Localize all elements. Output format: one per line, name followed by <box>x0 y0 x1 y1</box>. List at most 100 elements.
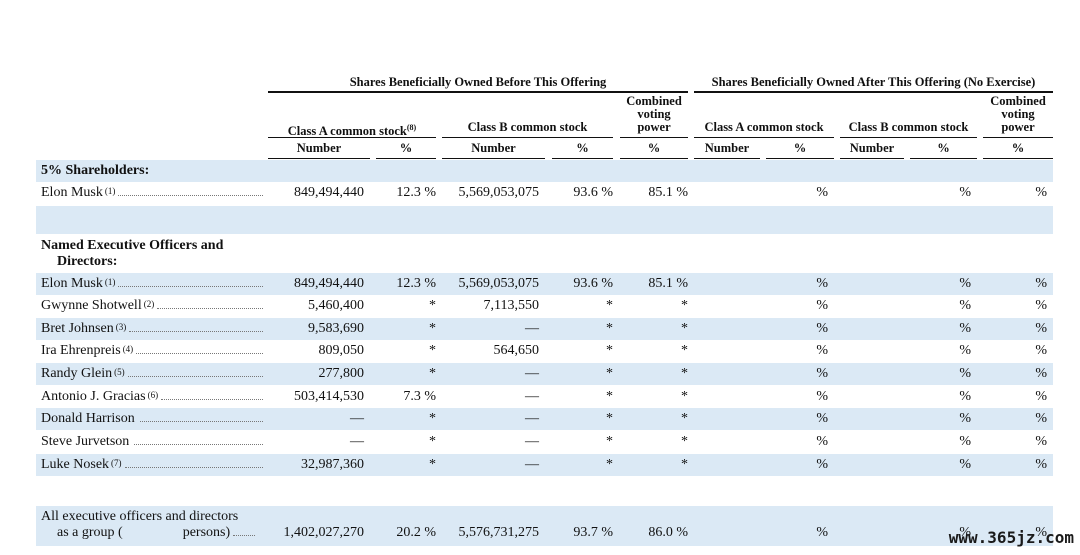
rule-class-b <box>442 137 613 138</box>
band-five-pct <box>36 160 1053 182</box>
header-before-offering: Shares Beneficially Owned Before This Of… <box>349 75 607 89</box>
cell-b-num: — <box>525 457 539 472</box>
header-class-a-note: (8) <box>406 123 417 132</box>
cell-b-pct: 93.6 % <box>573 185 613 200</box>
row-name: Elon Musk (1) <box>41 276 263 292</box>
cell-a-pct: * <box>429 434 436 449</box>
cell-vote: * <box>681 321 688 336</box>
row-name: Randy Glein (5) <box>41 366 263 382</box>
row-name: Elon Musk (1) <box>41 185 263 201</box>
cell-after-b-pct: % <box>959 298 971 313</box>
cell-b-num: — <box>525 389 539 404</box>
cell-after-b-pct: % <box>959 434 971 449</box>
subheader-after-b-pct: % <box>937 141 950 155</box>
cell-a-num: 5,460,400 <box>308 298 364 313</box>
cell-b-num: — <box>525 434 539 449</box>
band-spacer <box>36 206 1053 234</box>
group-b-number: 5,576,731,275 <box>458 525 540 540</box>
cell-b-pct: * <box>606 298 613 313</box>
sub-rule-6 <box>694 158 760 159</box>
sub-rule-8 <box>840 158 904 159</box>
section-five-pct: 5% Shareholders: <box>41 163 150 178</box>
cell-after-a-pct: % <box>816 343 828 358</box>
section-named-officers: Named Executive Officers and Directors: <box>41 238 223 270</box>
group-a-number: 1,402,027,270 <box>283 525 365 540</box>
cell-after-vote: % <box>1035 185 1047 200</box>
dot-leader <box>157 308 263 309</box>
group-row-leader <box>233 535 256 536</box>
holder-name: Steve Jurvetson <box>41 434 130 449</box>
holder-name: Randy Glein <box>41 366 113 381</box>
cell-after-b-pct: % <box>959 366 971 381</box>
group-a-pct: 20.2 % <box>396 525 436 540</box>
header-class-b: Class B common stock <box>467 120 588 134</box>
rule-after-class-a <box>694 137 834 138</box>
cell-a-num: 32,987,360 <box>301 457 364 472</box>
cell-after-a-pct: % <box>816 457 828 472</box>
cell-a-pct: 7.3 % <box>403 389 436 404</box>
cell-vote: 85.1 % <box>648 185 688 200</box>
subheader-a-pct: % <box>399 141 413 155</box>
cell-b-pct: * <box>606 411 613 426</box>
row-name: Bret Johnsen (3) <box>41 321 263 337</box>
cell-after-a-pct: % <box>816 185 828 200</box>
cell-a-pct: 12.3 % <box>396 276 436 291</box>
cell-after-vote: % <box>1035 389 1047 404</box>
holder-footnote: (6) <box>147 390 159 400</box>
cell-b-num: 5,569,053,075 <box>458 276 540 291</box>
group-after-a-pct: % <box>816 525 828 540</box>
cell-vote: * <box>681 298 688 313</box>
watermark: www.365jz.com <box>948 528 1074 547</box>
subheader-vote-pct: % <box>647 141 661 155</box>
dot-leader <box>127 376 263 377</box>
cell-b-num: 564,650 <box>493 343 540 358</box>
cell-b-num: 7,113,550 <box>483 298 539 313</box>
row-name: Gwynne Shotwell (2) <box>41 298 263 314</box>
cell-a-pct: * <box>429 366 436 381</box>
cell-after-b-pct: % <box>959 389 971 404</box>
group-b-pct: 93.7 % <box>573 525 613 540</box>
cell-a-pct: * <box>429 343 436 358</box>
cell-a-pct: * <box>429 411 436 426</box>
rule-after-class-b <box>840 137 977 138</box>
sub-rule-7 <box>766 158 834 159</box>
subheader-b-pct: % <box>576 141 589 155</box>
holder-footnote: (5) <box>114 367 125 377</box>
cell-b-pct: * <box>606 389 613 404</box>
cell-vote: * <box>681 366 688 381</box>
cell-after-a-pct: % <box>816 298 828 313</box>
cell-after-vote: % <box>1035 434 1047 449</box>
cell-b-pct: * <box>606 434 613 449</box>
cell-vote: * <box>681 411 688 426</box>
cell-b-num: — <box>525 411 539 426</box>
holder-footnote: (3) <box>115 322 127 332</box>
cell-a-num: 849,494,440 <box>294 185 364 200</box>
cell-a-num: — <box>350 411 364 426</box>
cell-vote: * <box>681 389 688 404</box>
cell-a-pct: * <box>429 457 436 472</box>
header-after-class-a: Class A common stock <box>704 120 824 134</box>
holder-name: Donald Harrison <box>41 411 135 426</box>
row-name: Ira Ehrenpreis (4) <box>41 343 263 359</box>
holder-footnote: (2) <box>143 299 155 309</box>
cell-b-pct: * <box>606 366 613 381</box>
sub-rule-9 <box>910 158 977 159</box>
cell-a-pct: * <box>429 321 436 336</box>
cell-after-b-pct: % <box>959 411 971 426</box>
dot-leader <box>139 421 263 422</box>
dot-leader <box>124 467 263 468</box>
cell-a-num: 9,583,690 <box>308 321 364 336</box>
holder-footnote: (4) <box>122 344 134 354</box>
cell-after-vote: % <box>1035 276 1047 291</box>
cell-a-num: 809,050 <box>318 343 365 358</box>
cell-after-vote: % <box>1035 321 1047 336</box>
holder-footnote: (1) <box>104 186 116 196</box>
holder-name: Luke Nosek <box>41 457 110 472</box>
cell-after-vote: % <box>1035 457 1047 472</box>
cell-b-num: 5,569,053,075 <box>458 185 540 200</box>
group-row-label-prefix: as a group ( <box>57 525 123 540</box>
group-row-label-line1: All executive officers and directors <box>41 509 239 524</box>
cell-a-num: 277,800 <box>318 366 365 381</box>
sub-rule-10 <box>983 158 1053 159</box>
header-rule-before <box>268 91 688 93</box>
